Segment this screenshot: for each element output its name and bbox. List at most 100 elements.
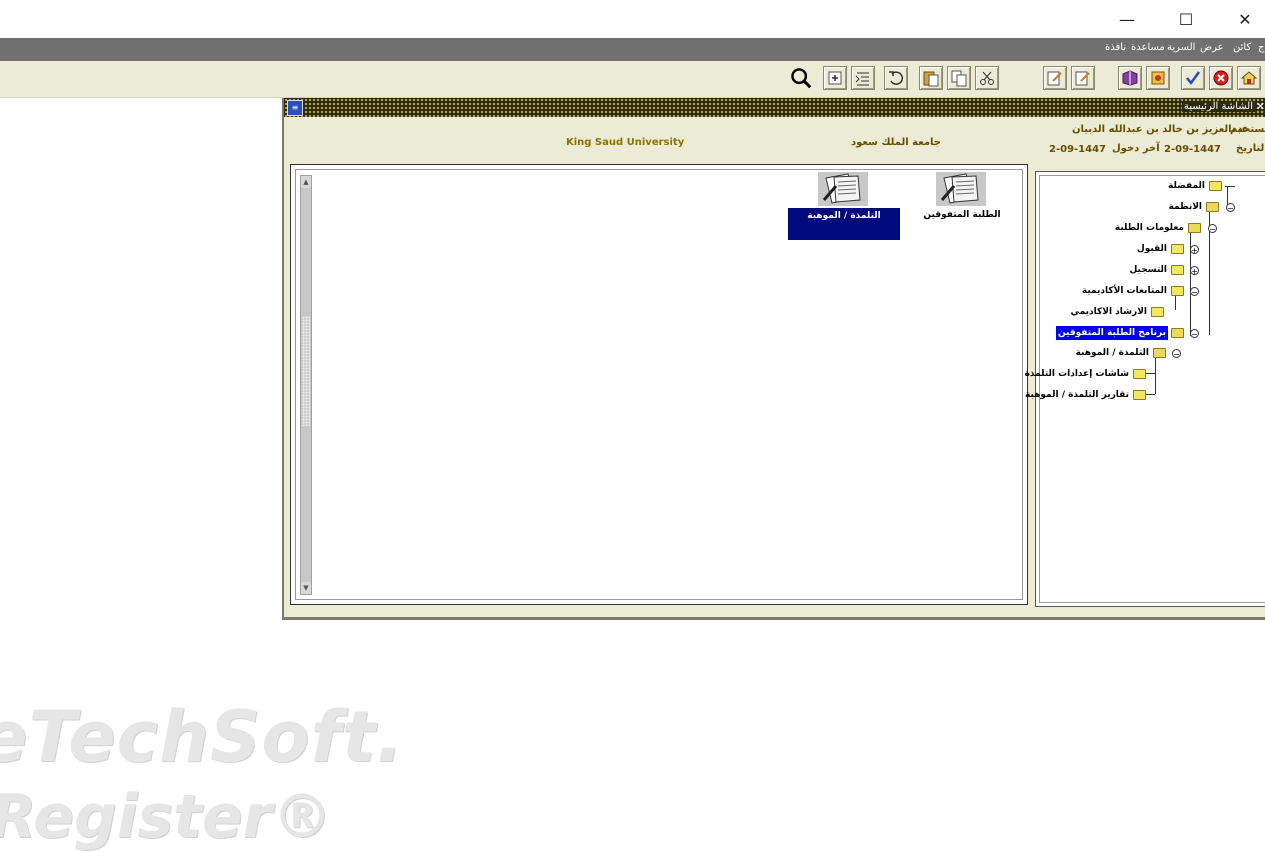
scroll-up-arrow-icon[interactable]: ▲ (301, 176, 311, 188)
tree-node-mentorship-settings[interactable]: شاشات إعدادات التلمذة (1024, 367, 1146, 381)
folder-open-icon (1206, 202, 1219, 212)
last-login-value: 2-09-1447 (1049, 144, 1107, 155)
tree-node-academic-followup[interactable]: المتابعات الأكاديمية (1081, 284, 1184, 298)
tile-outstanding-students[interactable]: الطلبة المتفوقين (906, 172, 1018, 246)
search-button[interactable] (789, 66, 813, 90)
tree-node-mentorship-reports[interactable]: تقارير التلمذة / الموهبة (1024, 388, 1146, 402)
document-stack-icon (936, 172, 986, 206)
system-menu-icon[interactable]: ≡ (287, 100, 303, 116)
home-icon (1240, 71, 1258, 85)
tree-node-favorites[interactable]: المفضلة (1167, 179, 1222, 193)
scroll-thumb[interactable] (302, 316, 310, 426)
close-button[interactable]: ✕ (1222, 4, 1265, 34)
collapse-icon[interactable]: − (1208, 224, 1217, 234)
folder-icon (1133, 369, 1146, 379)
folder-icon (1171, 244, 1184, 254)
last-login-label: آخر دخول (1112, 143, 1160, 154)
folder-icon (1171, 286, 1184, 296)
toolbar (0, 61, 1265, 98)
window-close-button[interactable]: ✕ (1256, 100, 1265, 114)
home-button[interactable] (1237, 66, 1261, 90)
menu-item-security[interactable]: السرية (1167, 42, 1195, 53)
folder-open-icon (1188, 223, 1201, 233)
bookmark-button[interactable] (1146, 66, 1170, 90)
university-name-arabic: جامعة الملك سعود (851, 137, 941, 148)
tree-node-label: معلومات الطلبة (1114, 223, 1184, 233)
tree-node-label: المتابعات الأكاديمية (1081, 286, 1167, 296)
insert-icon (828, 71, 842, 85)
menu-bar: ج كائن عرض السرية مساعدة نافذة (0, 38, 1265, 61)
book-button[interactable] (1118, 66, 1142, 90)
collapse-icon[interactable]: − (1226, 203, 1235, 213)
cancel-button[interactable] (1209, 66, 1233, 90)
folder-icon (1171, 265, 1184, 275)
scroll-down-arrow-icon[interactable]: ▼ (301, 582, 311, 594)
folder-icon (1151, 307, 1164, 317)
insert-button[interactable] (823, 66, 847, 90)
copy-button[interactable] (947, 66, 971, 90)
cancel-icon (1213, 70, 1229, 86)
main-window: ≡ الشاشة الرئيسية ✕ المستخدم: عبدالعزيز … (282, 98, 1265, 620)
paste-button[interactable] (919, 66, 943, 90)
menu-item-window[interactable]: نافذة (1105, 42, 1126, 53)
tree-node-outstanding-program[interactable]: برنامج الطلبة المتفوقين (1055, 326, 1184, 340)
indent-button[interactable] (851, 66, 875, 90)
indent-icon (855, 72, 869, 86)
search-icon (791, 68, 812, 89)
folder-open-icon (1153, 348, 1166, 358)
watermark-logo: eTechSoft. (0, 696, 405, 778)
tree-node-mentorship-talent[interactable]: التلمذة / الموهبة (1075, 346, 1166, 360)
vertical-scrollbar[interactable]: ▲ ▼ (300, 175, 312, 595)
menu-item-help[interactable]: مساعدة (1131, 42, 1165, 53)
folder-icon (1209, 181, 1222, 191)
tree-node-label: القبول (1136, 244, 1167, 254)
copy-icon (951, 70, 967, 87)
expand-icon[interactable]: + (1190, 245, 1199, 255)
menu-item-edit[interactable]: ج (1258, 42, 1264, 53)
collapse-icon[interactable]: − (1172, 349, 1181, 359)
menu-item-object[interactable]: كائن (1233, 42, 1251, 53)
folder-open-icon (1171, 328, 1184, 338)
minimize-button[interactable]: — (1104, 4, 1150, 34)
undo-icon (889, 71, 904, 85)
expand-icon[interactable]: + (1190, 266, 1199, 276)
undo-button[interactable] (884, 66, 908, 90)
collapse-icon[interactable]: − (1190, 287, 1199, 297)
tree-node-label: الارشاد الاكاديمي (1070, 307, 1148, 317)
window-title-bar: ≡ الشاشة الرئيسية ✕ (284, 98, 1265, 117)
tree-node-label: برنامج الطلبة المتفوقين (1055, 326, 1168, 340)
tree-node-academic-advising[interactable]: الارشاد الاكاديمي (1070, 305, 1164, 319)
folder-icon (1133, 390, 1146, 400)
tile-mentorship-talent[interactable]: التلمذة / الموهبة (788, 172, 900, 246)
document-stack-icon (818, 172, 868, 206)
tree-node-label: شاشات إعدادات التلمذة (1024, 369, 1129, 379)
collapse-icon[interactable]: − (1190, 329, 1199, 339)
content-area: ▲ ▼ الطلبة المتفوقين التلمذة / الموهبة (295, 169, 1023, 600)
edit-button-2[interactable] (1043, 66, 1067, 90)
content-panel: ▲ ▼ الطلبة المتفوقين التلمذة / الموهبة (290, 164, 1028, 605)
accept-button[interactable] (1181, 66, 1205, 90)
watermark-register: Register® (0, 782, 333, 852)
cut-button[interactable] (975, 66, 999, 90)
tree-node-label: التلمذة / الموهبة (1075, 348, 1149, 358)
menu-item-view[interactable]: عرض (1200, 42, 1224, 53)
title-bar: — ☐ ✕ (0, 0, 1265, 37)
date-value: 2-09-1447 (1164, 144, 1222, 155)
tree-node-admission[interactable]: القبول (1136, 242, 1184, 256)
tree-node-student-info[interactable]: معلومات الطلبة (1114, 221, 1201, 235)
maximize-button[interactable]: ☐ (1163, 4, 1209, 34)
book-icon (1122, 70, 1138, 86)
check-icon (1186, 71, 1201, 86)
user-name: عبدالعزيز بن خالد بن عبدالله الدبيان (1072, 124, 1249, 135)
window-title: الشاشة الرئيسية (1181, 101, 1255, 112)
tree-node-registration[interactable]: التسجيل (1129, 263, 1184, 277)
navigation-tree: المفضلة − الانظمة − معلومات الطلبة + الق… (1025, 175, 1265, 603)
edit-button-1[interactable] (1071, 66, 1095, 90)
edit-icon (1075, 71, 1090, 86)
bookmark-icon (1151, 71, 1165, 85)
navigation-tree-panel: المفضلة − الانظمة − معلومات الطلبة + الق… (1025, 171, 1265, 607)
tree-node-label: المفضلة (1168, 181, 1205, 191)
tile-label: الطلبة المتفوقين (923, 210, 1001, 220)
tree-node-systems[interactable]: الانظمة (1168, 200, 1219, 214)
university-name-english: King Saud University (566, 137, 685, 148)
